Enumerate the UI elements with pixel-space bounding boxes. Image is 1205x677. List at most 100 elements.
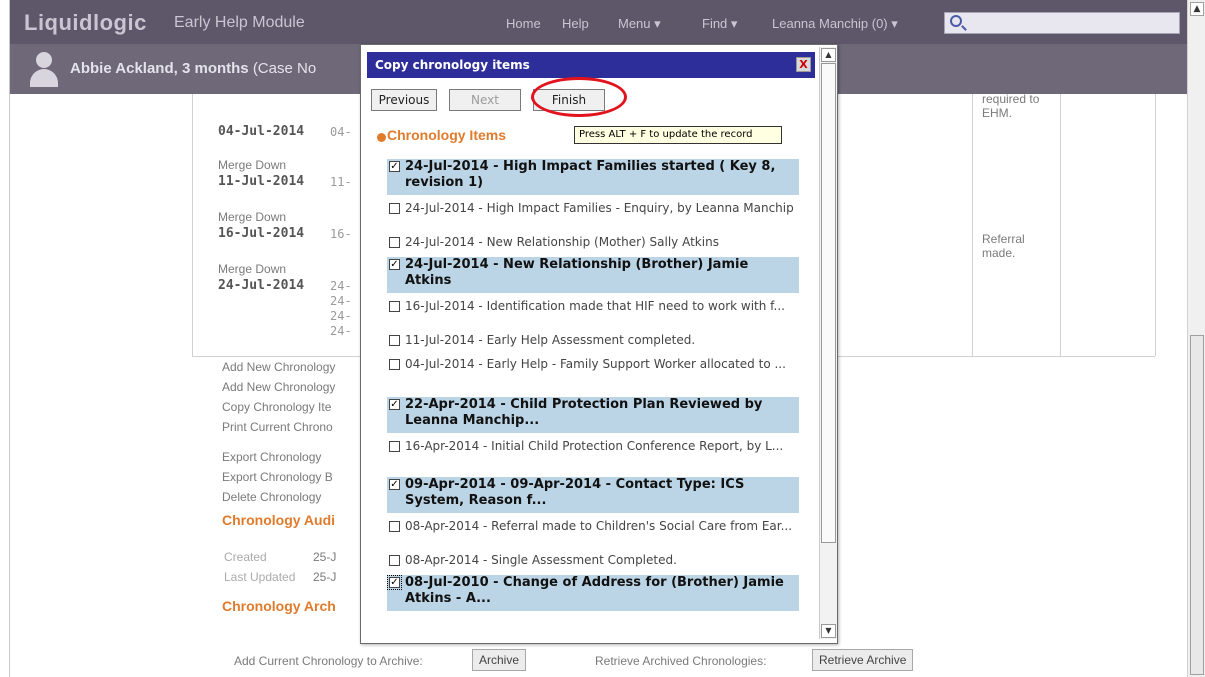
row-note: Referral: [982, 232, 1025, 246]
finish-tooltip: Press ALT + F to update the record: [574, 126, 782, 144]
scroll-up-icon[interactable]: ▲: [1190, 2, 1204, 16]
page-scrollbar[interactable]: ▲: [1187, 0, 1205, 677]
chronology-item[interactable]: 24-Jul-2014 - New Relationship (Mother) …: [387, 235, 799, 249]
nav-menu[interactable]: Menu ▾: [618, 16, 661, 32]
dialog-title-bar: Copy chronology items X: [367, 52, 815, 78]
chronology-item[interactable]: 08-Apr-2014 - Single Assessment Complete…: [387, 553, 799, 567]
chronology-item-label: 22-Apr-2014 - Child Protection Plan Revi…: [405, 397, 763, 428]
previous-button[interactable]: Previous: [371, 89, 437, 111]
row-note: required to: [982, 92, 1040, 106]
row-date: 16-Jul-2014: [218, 226, 305, 241]
chronology-item[interactable]: ✓ 08-Jul-2010 - Change of Address for (B…: [387, 575, 799, 611]
dialog-scrollbar[interactable]: ▲ ▼: [819, 47, 837, 639]
archive-button[interactable]: Archive: [472, 649, 527, 671]
chronology-item[interactable]: 16-Apr-2014 - Initial Child Protection C…: [387, 439, 799, 453]
checkbox[interactable]: [389, 521, 400, 532]
created-label: Created: [224, 550, 267, 564]
checkbox[interactable]: [389, 555, 400, 566]
delete-chronology-link[interactable]: Delete Chronology: [222, 490, 321, 504]
chronology-item[interactable]: ✓ 24-Jul-2014 - New Relationship (Brothe…: [387, 257, 799, 293]
scroll-thumb[interactable]: [1190, 335, 1204, 675]
close-icon[interactable]: X: [796, 57, 811, 72]
archive-heading: Chronology Arch: [222, 598, 336, 614]
checkbox[interactable]: [389, 441, 400, 452]
chronology-item[interactable]: 11-Jul-2014 - Early Help Assessment comp…: [387, 333, 799, 347]
checkbox-checked[interactable]: ✓: [389, 259, 400, 270]
updated-label: Last Updated: [224, 570, 296, 584]
case-number-label: (Case No: [252, 60, 317, 77]
chronology-item-label: 08-Jul-2010 - Change of Address for (Bro…: [405, 575, 784, 606]
row-note: EHM.: [982, 106, 1012, 120]
checkbox[interactable]: [389, 301, 400, 312]
nav-user-menu[interactable]: Leanna Manchip (0) ▾: [772, 16, 898, 32]
row-short: 24-: [330, 294, 352, 308]
export-chronology-b-link[interactable]: Export Chronology B: [222, 470, 333, 484]
nav-help[interactable]: Help: [562, 16, 589, 31]
export-chronology-link[interactable]: Export Chronology: [222, 450, 321, 464]
checkbox[interactable]: [389, 237, 400, 248]
chronology-item[interactable]: ✓ 09-Apr-2014 - 09-Apr-2014 - Contact Ty…: [387, 477, 799, 513]
row-short: 24-: [330, 324, 352, 338]
merge-down-link[interactable]: Merge Down: [218, 158, 286, 172]
case-title: Abbie Ackland, 3 months (Case No: [70, 60, 316, 77]
module-title: Early Help Module: [174, 14, 305, 31]
next-button[interactable]: Next: [449, 89, 521, 111]
row-short: 16-: [330, 227, 352, 241]
row-short: 11-: [330, 175, 352, 189]
print-chronology-link[interactable]: Print Current Chrono: [222, 420, 333, 434]
audit-heading: Chronology Audi: [222, 512, 336, 528]
section-bullet-icon: [377, 133, 386, 142]
checkbox[interactable]: [389, 359, 400, 370]
chronology-item-label: 16-Jul-2014 - Identification made that H…: [405, 299, 785, 313]
nav-home[interactable]: Home: [506, 16, 541, 31]
nav-find[interactable]: Find ▾: [702, 16, 737, 32]
checkbox-checked[interactable]: ✓: [387, 575, 402, 590]
scroll-down-icon[interactable]: ▼: [821, 624, 836, 638]
chronology-item-label: 04-Jul-2014 - Early Help - Family Suppor…: [405, 357, 786, 371]
checkbox-checked[interactable]: ✓: [389, 161, 400, 172]
chronology-item[interactable]: 24-Jul-2014 - High Impact Families - Enq…: [387, 201, 799, 215]
chronology-item-label: 16-Apr-2014 - Initial Child Protection C…: [405, 439, 784, 453]
search-input[interactable]: [944, 12, 1180, 34]
chronology-item-label: 24-Jul-2014 - High Impact Families start…: [405, 159, 776, 190]
checkbox[interactable]: [389, 203, 400, 214]
window-left-border: [0, 0, 10, 677]
dialog-body: Previous Next Finish Chronology Items ✓ …: [367, 79, 819, 641]
dialog-title: Copy chronology items: [375, 58, 530, 72]
scroll-up-icon[interactable]: ▲: [821, 48, 836, 62]
chronology-item[interactable]: ✓ 24-Jul-2014 - High Impact Families sta…: [387, 159, 799, 195]
dialog-scroll-thumb[interactable]: [821, 63, 836, 543]
chronology-item-label: 24-Jul-2014 - High Impact Families - Enq…: [405, 201, 794, 215]
checkbox[interactable]: [389, 335, 400, 346]
search-icon[interactable]: [950, 15, 962, 27]
chronology-item[interactable]: 08-Apr-2014 - Referral made to Children'…: [387, 519, 799, 533]
checkbox-checked[interactable]: ✓: [389, 479, 400, 490]
chronology-item[interactable]: 16-Jul-2014 - Identification made that H…: [387, 299, 799, 313]
copy-chronology-link[interactable]: Copy Chronology Ite: [222, 400, 331, 414]
row-short: 24-: [330, 279, 352, 293]
finish-highlight-ring: [531, 77, 627, 117]
chronology-item-label: 24-Jul-2014 - New Relationship (Brother)…: [405, 257, 749, 288]
retrieve-label: Retrieve Archived Chronologies:: [595, 654, 767, 668]
row-date: 24-Jul-2014: [218, 278, 305, 293]
checkbox-checked[interactable]: ✓: [389, 399, 400, 410]
chronology-item-label: 08-Apr-2014 - Single Assessment Complete…: [405, 553, 677, 567]
chronology-items-heading: Chronology Items: [387, 127, 507, 143]
archive-label: Add Current Chronology to Archive:: [234, 654, 423, 668]
chronology-item[interactable]: 04-Jul-2014 - Early Help - Family Suppor…: [387, 357, 799, 371]
chronology-item-label: 24-Jul-2014 - New Relationship (Mother) …: [405, 235, 719, 249]
row-date: 11-Jul-2014: [218, 174, 305, 189]
row-short: 24-: [330, 309, 352, 323]
app-logo[interactable]: Liquidlogic: [24, 10, 147, 36]
chronology-item-label: 11-Jul-2014 - Early Help Assessment comp…: [405, 333, 696, 347]
merge-down-link[interactable]: Merge Down: [218, 262, 286, 276]
row-note: made.: [982, 246, 1016, 260]
chronology-item-label: 08-Apr-2014 - Referral made to Children'…: [405, 519, 793, 533]
top-header: Liquidlogic Early Help Module Home Help …: [10, 0, 1187, 44]
merge-down-link[interactable]: Merge Down: [218, 210, 286, 224]
case-name: Abbie Ackland, 3 months: [70, 60, 249, 77]
chronology-item[interactable]: ✓ 22-Apr-2014 - Child Protection Plan Re…: [387, 397, 799, 433]
add-chronology-link[interactable]: Add New Chronology: [222, 380, 335, 394]
add-chronology-link[interactable]: Add New Chronology: [222, 360, 335, 374]
retrieve-archive-button[interactable]: Retrieve Archive: [812, 649, 914, 671]
